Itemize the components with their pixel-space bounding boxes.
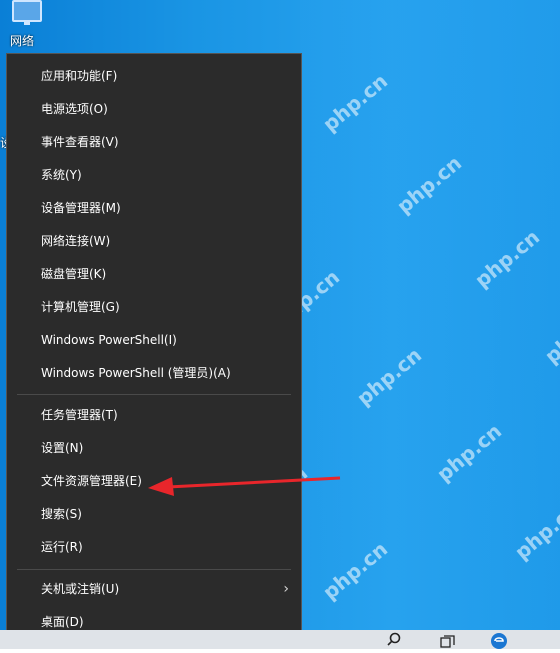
menu-item-label: 系统(Y) [41, 168, 82, 182]
winx-context-menu: 应用和功能(F) 电源选项(O) 事件查看器(V) 系统(Y) 设备管理器(M)… [6, 53, 302, 639]
desktop-glow [300, 0, 560, 649]
network-icon [12, 0, 42, 25]
menu-item-label: 电源选项(O) [41, 102, 108, 116]
menu-item-system[interactable]: 系统(Y) [7, 159, 301, 192]
menu-item-label: 设置(N) [41, 441, 84, 455]
menu-item-label: Windows PowerShell (管理员)(A) [41, 366, 231, 380]
menu-item-network-connections[interactable]: 网络连接(W) [7, 225, 301, 258]
menu-item-label: Windows PowerShell(I) [41, 333, 177, 347]
menu-separator [17, 569, 291, 570]
menu-item-label: 关机或注销(U) [41, 582, 120, 596]
menu-item-label: 设备管理器(M) [41, 201, 121, 215]
edge-browser-icon[interactable] [490, 631, 508, 649]
menu-item-disk-management[interactable]: 磁盘管理(K) [7, 258, 301, 291]
network-icon-label: 网络 [10, 34, 35, 48]
menu-item-computer-management[interactable]: 计算机管理(G) [7, 291, 301, 324]
menu-item-power-options[interactable]: 电源选项(O) [7, 93, 301, 126]
menu-item-label: 磁盘管理(K) [41, 267, 107, 281]
menu-item-task-manager[interactable]: 任务管理器(T) [7, 399, 301, 432]
menu-item-label: 运行(R) [41, 540, 83, 554]
menu-item-label: 任务管理器(T) [41, 408, 118, 422]
menu-item-event-viewer[interactable]: 事件查看器(V) [7, 126, 301, 159]
menu-item-label: 网络连接(W) [41, 234, 111, 248]
network-desktop-icon[interactable]: 网络 [6, 0, 50, 52]
menu-item-shutdown-signout[interactable]: 关机或注销(U) › [7, 573, 301, 606]
menu-item-label: 计算机管理(G) [41, 300, 120, 314]
taskbar [0, 630, 560, 649]
task-view-icon[interactable] [440, 633, 456, 648]
menu-item-powershell[interactable]: Windows PowerShell(I) [7, 324, 301, 357]
menu-item-powershell-admin[interactable]: Windows PowerShell (管理员)(A) [7, 357, 301, 390]
menu-item-apps-features[interactable]: 应用和功能(F) [7, 60, 301, 93]
menu-item-label: 事件查看器(V) [41, 135, 119, 149]
menu-item-label: 搜索(S) [41, 507, 82, 521]
search-icon[interactable] [387, 632, 401, 646]
menu-separator [17, 394, 291, 395]
menu-item-settings[interactable]: 设置(N) [7, 432, 301, 465]
menu-item-device-manager[interactable]: 设备管理器(M) [7, 192, 301, 225]
menu-item-label: 桌面(D) [41, 615, 84, 629]
menu-item-run[interactable]: 运行(R) [7, 531, 301, 564]
chevron-right-icon: › [283, 581, 289, 597]
menu-item-search[interactable]: 搜索(S) [7, 498, 301, 531]
menu-item-label: 文件资源管理器(E) [41, 474, 142, 488]
menu-item-file-explorer[interactable]: 文件资源管理器(E) [7, 465, 301, 498]
menu-item-label: 应用和功能(F) [41, 69, 118, 83]
